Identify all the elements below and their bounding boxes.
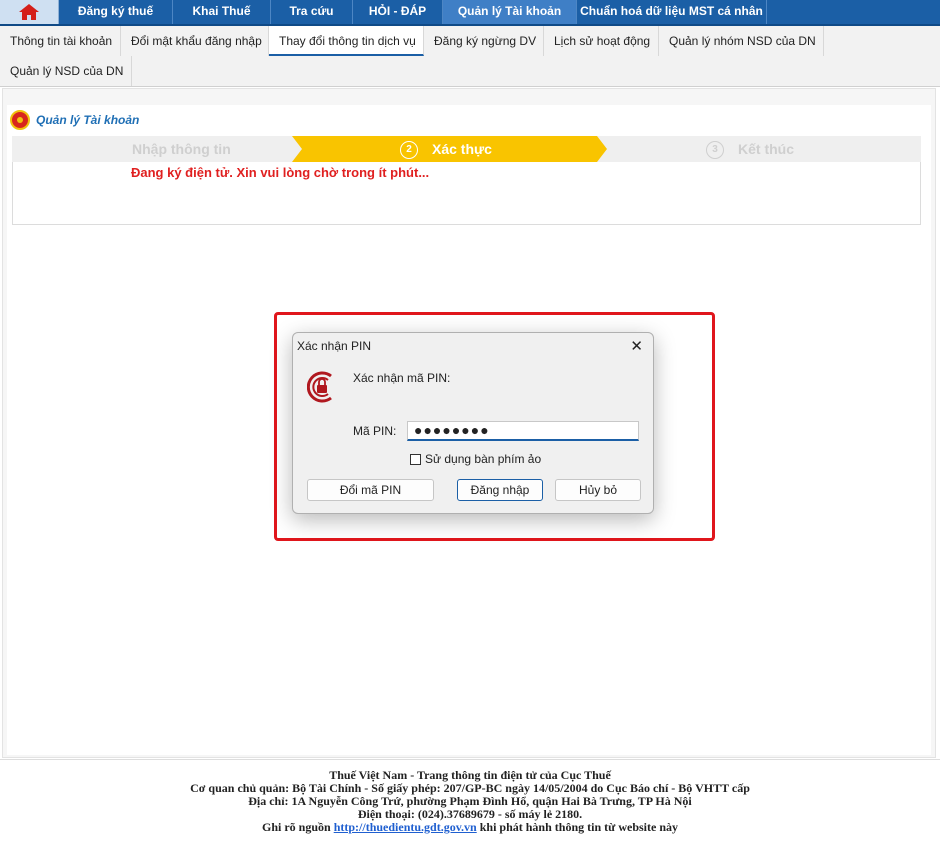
- dialog-title: Xác nhận PIN: [297, 339, 372, 353]
- pin-prompt: Xác nhận mã PIN:: [353, 371, 451, 385]
- step-1-label: Nhập thông tin: [132, 141, 231, 157]
- panel-title: Quản lý Tài khoản: [10, 108, 139, 132]
- home-icon: [19, 4, 39, 20]
- national-emblem-icon: [10, 110, 30, 130]
- change-pin-button[interactable]: Đổi mã PIN: [307, 479, 434, 501]
- nav-dang-ky-thue[interactable]: Đăng ký thuế: [59, 0, 173, 24]
- nav-chuan-hoa-du-lieu[interactable]: Chuẩn hoá dữ liệu MST cá nhân: [577, 0, 767, 24]
- close-icon[interactable]: ✕: [630, 337, 643, 355]
- step-3-label: Kết thúc: [738, 141, 794, 157]
- nav-khai-thue[interactable]: Khai Thuế: [173, 0, 271, 24]
- nav-hoi-dap[interactable]: HỎI - ĐÁP: [353, 0, 443, 24]
- lock-logo-icon: [307, 371, 332, 403]
- virtual-keyboard-checkbox[interactable]: [410, 453, 421, 465]
- virtual-keyboard-option[interactable]: Sử dụng bàn phím ảo: [410, 452, 541, 466]
- nav-tra-cuu[interactable]: Tra cứu: [271, 0, 353, 24]
- tab-thong-tin-tai-khoan[interactable]: Thông tin tài khoản: [0, 26, 121, 56]
- tab-lich-su-hoat-dong[interactable]: Lịch sử hoạt động: [544, 26, 659, 56]
- tab-thay-doi-thong-tin-dich-vu[interactable]: Thay đổi thông tin dịch vụ: [269, 26, 424, 56]
- tab-doi-mat-khau[interactable]: Đổi mật khẩu đăng nhập: [121, 26, 269, 56]
- tab-dang-ky-ngung-dv[interactable]: Đăng ký ngừng DV: [424, 26, 544, 56]
- sub-nav: Thông tin tài khoản Đổi mật khẩu đăng nh…: [0, 26, 940, 87]
- step-progress: 1Nhập thông tin 2 Xác thực 3 Kết thúc: [12, 136, 921, 162]
- footer: Thuế Việt Nam - Trang thông tin điện tử …: [0, 759, 940, 865]
- pin-dialog: Xác nhận PIN ✕ Xác nhận mã PIN: Mã PIN: …: [292, 332, 654, 514]
- virtual-keyboard-label: Sử dụng bàn phím ảo: [425, 452, 542, 466]
- footer-line-1: Thuế Việt Nam - Trang thông tin điện tử …: [329, 768, 611, 782]
- step-3: 3 Kết thúc: [706, 136, 794, 162]
- footer-link[interactable]: http://thuedientu.gdt.gov.vn: [334, 820, 477, 834]
- step-2: 2 Xác thực: [400, 136, 492, 162]
- panel-title-text: Quản lý Tài khoản: [36, 113, 140, 127]
- cancel-button[interactable]: Hủy bỏ: [555, 479, 641, 501]
- footer-source-prefix: Ghi rõ nguồn: [261, 820, 331, 834]
- footer-line-5: Ghi rõ nguồn http://thuedientu.gdt.gov.v…: [0, 821, 940, 834]
- step-2-label: Xác thực: [432, 141, 492, 157]
- tab-quan-ly-nsd[interactable]: Quản lý NSD của DN: [0, 56, 132, 86]
- signing-message: Đang ký điện tử. Xin vui lòng chờ trong …: [131, 165, 430, 180]
- pin-label: Mã PIN:: [353, 424, 397, 438]
- login-button[interactable]: Đăng nhập: [457, 479, 543, 501]
- footer-source-suffix: khi phát hành thông tin từ website này: [479, 820, 678, 834]
- top-nav: Đăng ký thuế Khai Thuế Tra cứu HỎI - ĐÁP…: [0, 0, 940, 26]
- nav-quan-ly-tai-khoan[interactable]: Quản lý Tài khoản: [443, 0, 577, 24]
- step-3-number: 3: [706, 141, 724, 160]
- home-button[interactable]: [0, 0, 59, 24]
- tab-quan-ly-nhom-nsd[interactable]: Quản lý nhóm NSD của DN: [659, 26, 824, 56]
- pin-input[interactable]: ●●●●●●●●: [407, 421, 639, 441]
- step-1: 1Nhập thông tin: [100, 136, 231, 162]
- step-2-number: 2: [400, 141, 418, 160]
